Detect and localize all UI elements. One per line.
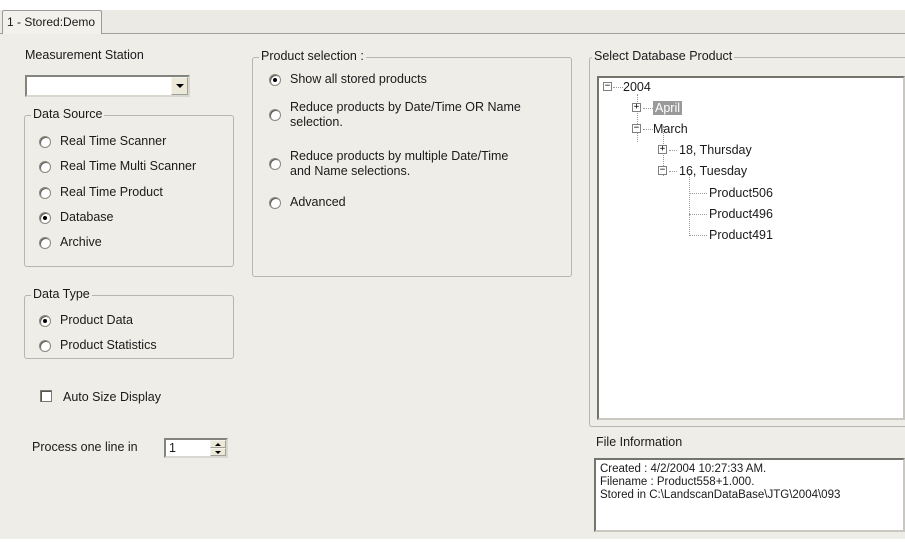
radio-label: Advanced [290, 195, 346, 209]
spin-down-icon[interactable] [210, 448, 226, 456]
tree-node-april-label: April [653, 101, 683, 115]
collapse-icon[interactable]: − [632, 124, 641, 133]
process-line-stepper[interactable]: 1 [164, 438, 228, 458]
radio-dot-selected [269, 74, 281, 86]
radio-dot [39, 136, 51, 148]
measurement-station-label: Measurement Station [25, 48, 144, 62]
tree-node-product[interactable]: Product496 [709, 206, 773, 222]
chevron-down-icon[interactable] [171, 77, 188, 95]
tab-stored-demo[interactable]: 1 - Stored:Demo [2, 10, 103, 35]
radio-product-data[interactable]: Product Data [39, 313, 133, 328]
tree-connector [669, 150, 677, 151]
database-tree[interactable]: − + − + − 2004 April March 18, Thursday … [597, 76, 905, 420]
tree-connector [643, 108, 653, 109]
radio-advanced[interactable]: Advanced [269, 195, 346, 210]
data-source-title: Data Source [31, 107, 105, 121]
tree-connector [613, 87, 623, 88]
radio-label: Real Time Scanner [60, 134, 167, 148]
product-selection-title: Product selection : [259, 49, 366, 63]
radio-dot-selected [39, 315, 51, 327]
tree-connector [643, 129, 653, 130]
tree-node-march[interactable]: March [653, 121, 688, 137]
radio-label: Archive [60, 235, 102, 249]
file-info-line: Filename : Product558+1.000. [600, 476, 755, 488]
tree-node-product[interactable]: Product506 [709, 185, 773, 201]
radio-label: Real Time Multi Scanner [60, 159, 197, 173]
data-type-title: Data Type [31, 287, 92, 301]
radio-show-all-products[interactable]: Show all stored products [269, 72, 427, 87]
process-line-value: 1 [169, 441, 176, 455]
radio-reduce-multiple[interactable]: Reduce products by multiple Date/Time an… [269, 149, 508, 179]
database-product-title: Select Database Product [592, 49, 735, 63]
file-information-box[interactable]: Created : 4/2/2004 10:27:33 AM. Filename… [594, 458, 905, 532]
tree-connector [689, 193, 707, 194]
process-line-label: Process one line in [32, 440, 138, 454]
radio-real-time-multi-scanner[interactable]: Real Time Multi Scanner [39, 159, 196, 174]
file-information-label: File Information [596, 435, 683, 449]
collapse-icon[interactable]: − [658, 166, 667, 175]
tree-connector [669, 171, 677, 172]
tree-node-product[interactable]: Product491 [709, 227, 773, 243]
radio-label-line1: Reduce products by Date/Time OR Name [290, 100, 521, 114]
tree-connector [689, 174, 690, 236]
tree-node-april[interactable]: April [653, 100, 683, 116]
expand-icon[interactable]: + [658, 145, 667, 154]
collapse-icon[interactable]: − [603, 82, 612, 91]
top-margin [0, 0, 905, 10]
radio-dot [269, 197, 281, 209]
auto-size-checkbox[interactable] [40, 390, 52, 402]
tree-connector [689, 214, 707, 215]
radio-dot [269, 158, 281, 170]
file-info-line: Created : 4/2/2004 10:27:33 AM. [600, 463, 767, 475]
radio-real-time-product[interactable]: Real Time Product [39, 185, 163, 200]
data-source-group: Data Source Real Time Scanner Real Time … [24, 107, 234, 267]
radio-dot [269, 109, 281, 121]
radio-label: Real Time Product [60, 185, 163, 199]
product-selection-group: Product selection : Show all stored prod… [252, 49, 572, 277]
expand-icon[interactable]: + [632, 103, 641, 112]
tree-node-day18[interactable]: 18, Thursday [679, 142, 752, 158]
radio-dot [39, 187, 51, 199]
radio-label: Database [60, 210, 114, 224]
radio-archive[interactable]: Archive [39, 235, 102, 250]
measurement-station-dropdown[interactable] [25, 75, 190, 97]
radio-database[interactable]: Database [39, 210, 114, 225]
bottom-margin [0, 539, 905, 545]
spin-up-icon[interactable] [210, 440, 226, 448]
tree-node-day16[interactable]: 16, Tuesday [679, 163, 747, 179]
data-type-group: Data Type Product Data Product Statistic… [24, 287, 234, 359]
tab-bar: 1 - Stored:Demo [0, 10, 905, 35]
main-panel: Measurement Station Data Source Real Tim… [0, 34, 905, 539]
radio-dot-selected [39, 212, 51, 224]
radio-label: Product Data [60, 313, 133, 327]
radio-dot [39, 340, 51, 352]
radio-reduce-date-or-name[interactable]: Reduce products by Date/Time OR Name sel… [269, 100, 521, 130]
radio-label-line2: selection. [290, 115, 343, 129]
tree-connector [689, 235, 707, 236]
radio-real-time-scanner[interactable]: Real Time Scanner [39, 134, 166, 149]
radio-label: Product Statistics [60, 338, 157, 352]
radio-label-line2: and Name selections. [290, 164, 411, 178]
radio-dot [39, 161, 51, 173]
auto-size-label: Auto Size Display [63, 390, 161, 404]
tree-node-2004[interactable]: 2004 [623, 79, 651, 95]
radio-label-line1: Reduce products by multiple Date/Time [290, 149, 509, 163]
file-info-line: Stored in C:\LandscanDataBase\JTG\2004\0… [600, 489, 841, 501]
radio-dot [39, 237, 51, 249]
radio-label: Show all stored products [290, 72, 427, 86]
radio-product-statistics[interactable]: Product Statistics [39, 338, 157, 353]
